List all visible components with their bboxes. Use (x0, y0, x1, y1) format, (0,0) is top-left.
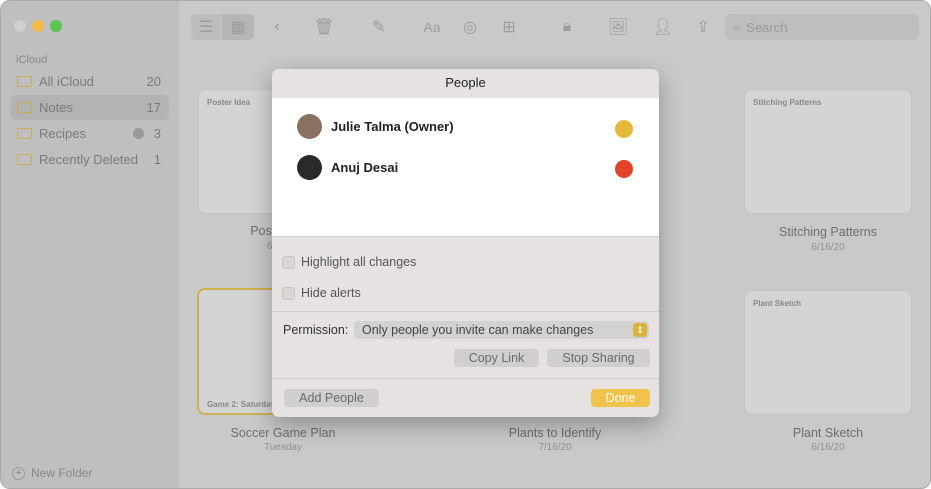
minimize-button[interactable] (32, 20, 44, 32)
sidebar-item-notes[interactable]: Notes 17 (11, 95, 169, 120)
dialog-title: People (445, 75, 486, 90)
folder-icon (17, 102, 32, 113)
note-label: Stitching Patterns (779, 225, 877, 239)
note-card-plant-sketch[interactable]: Plant Sketch (744, 290, 912, 415)
stop-sharing-button[interactable]: Stop Sharing (547, 349, 650, 367)
thumb-title: Plant Sketch (753, 299, 802, 308)
share-icon[interactable]: ⇪ (691, 14, 715, 40)
avatar (297, 155, 322, 180)
table-icon[interactable]: ⊞ (497, 14, 521, 40)
search-field[interactable]: ⌕ Search (725, 14, 919, 40)
item-label: Recently Deleted (39, 152, 138, 167)
highlight-changes-checkbox[interactable]: Highlight all changes (282, 255, 416, 269)
people-dialog: People Julie Talma (Owner) Anuj Desai Hi… (272, 69, 659, 417)
person-color-dot (615, 160, 633, 178)
hide-alerts-checkbox[interactable]: Hide alerts (282, 286, 361, 300)
item-label: Notes (39, 100, 73, 115)
person-row[interactable]: Julie Talma (Owner) (297, 114, 454, 139)
item-label: All iCloud (39, 74, 94, 89)
new-folder-label: New Folder (31, 466, 93, 480)
gallery-view-button[interactable]: ▦ (222, 14, 254, 40)
thumb-title: Game 2: Saturday (207, 400, 276, 409)
folder-icon (17, 76, 32, 87)
person-name: Anuj Desai (331, 160, 399, 175)
section-icloud: iCloud (16, 54, 48, 66)
divider (272, 311, 659, 312)
shared-icon (132, 128, 144, 139)
sidebar-item-all-icloud[interactable]: All iCloud 20 (11, 69, 169, 94)
checkbox[interactable] (282, 255, 295, 269)
search-placeholder: Search (746, 19, 788, 35)
list-view-button[interactable]: ☰ (191, 14, 221, 40)
note-date: 6/16/20 (811, 442, 845, 453)
zoom-button[interactable] (50, 20, 62, 32)
search-icon: ⌕ (733, 19, 741, 34)
item-count: 1 (153, 152, 161, 167)
lock-icon[interactable]: 🔒︎ (551, 14, 583, 40)
permission-label: Permission: (283, 323, 349, 337)
thumb-title: Stitching Patterns (753, 98, 822, 107)
avatar (297, 114, 322, 139)
copy-link-button[interactable]: Copy Link (454, 349, 539, 367)
note-date: 6/16/20 (811, 242, 845, 253)
collaborate-icon[interactable]: 👤︎ (651, 14, 675, 40)
trash-icon[interactable]: 🗑 (312, 14, 336, 40)
thumb-title: Poster Idea (207, 98, 251, 107)
note-date: 7/16/20 (538, 442, 572, 453)
divider (272, 378, 659, 379)
back-button[interactable]: ‹ (267, 14, 287, 40)
add-people-button[interactable]: Add People (284, 389, 379, 407)
format-button[interactable]: Aa (419, 14, 445, 40)
person-color-dot (615, 120, 633, 138)
sidebar-item-recently-deleted[interactable]: Recently Deleted 1 (11, 147, 169, 172)
item-count: 17 (146, 100, 161, 115)
checklist-icon[interactable]: ◎ (458, 14, 482, 40)
media-icon[interactable]: 🖼︎ (599, 14, 637, 40)
sidebar: iCloud All iCloud 20 Notes 17 Recipes 3 Rec… (1, 1, 179, 488)
item-count: 3 (153, 126, 161, 141)
chevron-updown-icon: ⇕ (633, 323, 647, 337)
person-name: Julie Talma (Owner) (331, 119, 454, 134)
note-label: Soccer Game Plan (230, 426, 336, 440)
plus-icon: + (12, 466, 25, 480)
folder-icon (17, 154, 32, 165)
person-row[interactable]: Anuj Desai (297, 155, 398, 180)
done-button[interactable]: Done (591, 389, 650, 407)
new-folder-button[interactable]: + New Folder (12, 466, 92, 480)
note-card-stitching[interactable]: Stitching Patterns (744, 89, 912, 214)
item-label: Recipes (39, 126, 86, 141)
checkbox-label: Hide alerts (301, 286, 361, 300)
sidebar-item-recipes[interactable]: Recipes 3 (11, 121, 169, 146)
note-label: Plant Sketch (792, 426, 864, 440)
note-date: Tuesday (264, 442, 302, 453)
checkbox[interactable] (282, 286, 295, 300)
note-label: Plants to Identify (508, 426, 602, 440)
compose-icon[interactable]: ✎ (367, 14, 391, 40)
item-count: 20 (146, 74, 161, 89)
window-controls (14, 20, 62, 32)
close-button[interactable] (14, 20, 26, 32)
folder-icon (17, 128, 32, 139)
permission-select[interactable]: Only people you invite can make changes ⇕ (354, 321, 649, 339)
people-list: Julie Talma (Owner) Anuj Desai (272, 98, 659, 237)
checkbox-label: Highlight all changes (301, 255, 417, 269)
permission-value: Only people you invite can make changes (362, 323, 594, 337)
